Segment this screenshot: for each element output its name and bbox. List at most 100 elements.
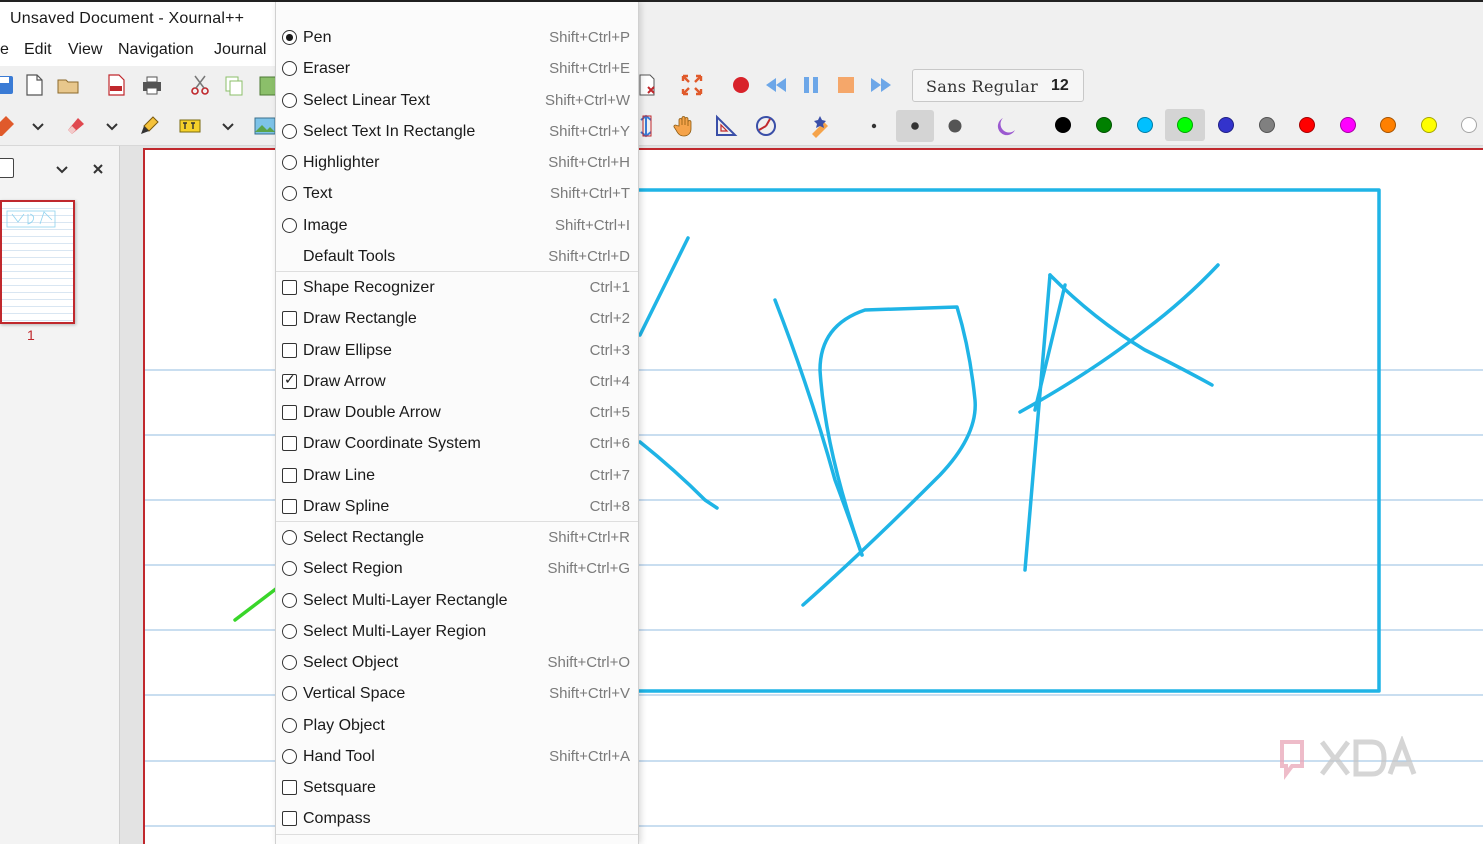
fullscreen-icon[interactable] xyxy=(678,71,706,99)
highlighter-tool-icon[interactable] xyxy=(136,112,164,140)
radio-button[interactable] xyxy=(282,186,297,202)
menu-item-hand-tool[interactable]: Hand Tool Shift+Ctrl+A xyxy=(276,741,638,772)
menu-item-select-rectangle[interactable]: Select Rectangle Shift+Ctrl+R xyxy=(276,522,638,553)
menu-item-setsquare[interactable]: Setsquare xyxy=(276,772,638,803)
radio-button[interactable] xyxy=(282,217,297,233)
menu-item-draw-line[interactable]: Draw Line Ctrl+7 xyxy=(276,460,638,491)
menu-item-play-object[interactable]: Play Object xyxy=(276,710,638,741)
color-red-swatch[interactable] xyxy=(1299,117,1315,133)
radio-button[interactable] xyxy=(282,561,297,577)
menu-item-draw-double-arrow[interactable]: Draw Double Arrow Ctrl+5 xyxy=(276,397,638,428)
menu-item-select-multi-layer-region[interactable]: Select Multi-Layer Region xyxy=(276,616,638,647)
color-green-swatch[interactable] xyxy=(1096,117,1112,133)
checkbox[interactable] xyxy=(282,280,297,295)
page-thumbnail[interactable] xyxy=(0,200,75,324)
menu-item-compass[interactable]: Compass xyxy=(276,803,638,834)
radio-button[interactable] xyxy=(282,717,297,733)
checkbox[interactable] xyxy=(282,436,297,452)
checkbox[interactable] xyxy=(282,467,297,483)
pen-tool-icon[interactable] xyxy=(0,112,18,140)
radio-button[interactable] xyxy=(282,686,297,702)
menu-item-select-object[interactable]: Select Object Shift+Ctrl+O xyxy=(276,647,638,678)
print-icon[interactable] xyxy=(138,71,166,99)
copy-icon[interactable] xyxy=(220,71,248,99)
close-icon[interactable] xyxy=(84,155,112,183)
fast-forward-icon[interactable] xyxy=(867,71,895,99)
radio-button[interactable] xyxy=(282,655,297,670)
radio-button[interactable] xyxy=(282,61,297,77)
menu-item-image[interactable]: Image Shift+Ctrl+I xyxy=(276,210,638,241)
stop-icon[interactable] xyxy=(832,71,860,99)
color-blue-swatch[interactable] xyxy=(1218,117,1234,133)
menu-view[interactable]: View xyxy=(68,41,102,59)
checkbox[interactable] xyxy=(282,780,297,795)
menu-edit[interactable]: Edit xyxy=(24,41,52,59)
menu-item-highlighter[interactable]: Highlighter Shift+Ctrl+H xyxy=(276,147,638,178)
checkbox[interactable] xyxy=(282,311,297,327)
color-white-swatch[interactable] xyxy=(1461,117,1477,133)
chevron-down-icon[interactable] xyxy=(24,112,52,140)
text-tool-icon[interactable] xyxy=(176,112,204,140)
menu-item-draw-spline[interactable]: Draw Spline Ctrl+8 xyxy=(276,491,638,522)
new-document-icon[interactable] xyxy=(20,71,48,99)
menu-item-default-tools[interactable]: Default Tools Shift+Ctrl+D xyxy=(276,241,638,272)
chevron-down-icon[interactable] xyxy=(214,112,242,140)
menu-item-draw-rectangle[interactable]: Draw Rectangle Ctrl+2 xyxy=(276,303,638,334)
compass-icon[interactable] xyxy=(752,112,780,140)
menu-item-text[interactable]: Text Shift+Ctrl+T xyxy=(276,178,638,209)
radio-button[interactable] xyxy=(282,30,297,45)
chevron-down-icon[interactable] xyxy=(98,112,126,140)
radio-button[interactable] xyxy=(282,623,297,639)
checkbox[interactable] xyxy=(282,811,297,827)
menu-item-select-text-in-rectangle[interactable]: Select Text In Rectangle Shift+Ctrl+Y xyxy=(276,116,638,147)
color-light-green-swatch[interactable] xyxy=(1177,117,1193,133)
radio-button[interactable] xyxy=(282,92,297,108)
radio-button[interactable] xyxy=(282,155,297,170)
menu-item-pen[interactable]: Pen Shift+Ctrl+P xyxy=(276,22,638,53)
color-orange-swatch[interactable] xyxy=(1380,117,1396,133)
radio-button[interactable] xyxy=(282,748,297,764)
pause-icon[interactable] xyxy=(797,71,825,99)
menu-file[interactable]: e xyxy=(0,41,9,59)
radio-button[interactable] xyxy=(282,530,297,545)
thick-pen-size-icon[interactable] xyxy=(941,112,969,140)
menu-item-draw-coordinate-system[interactable]: Draw Coordinate System Ctrl+6 xyxy=(276,428,638,459)
menu-item-select-linear-text[interactable]: Select Linear Text Shift+Ctrl+W xyxy=(276,85,638,116)
rewind-icon[interactable] xyxy=(762,71,790,99)
color-yellow-swatch[interactable] xyxy=(1421,117,1437,133)
checkbox[interactable] xyxy=(282,498,297,514)
setsquare-icon[interactable] xyxy=(712,112,740,140)
hand-tool-icon[interactable] xyxy=(671,112,699,140)
menu-item-vertical-space[interactable]: Vertical Space Shift+Ctrl+V xyxy=(276,678,638,709)
record-icon[interactable] xyxy=(727,71,755,99)
menu-item-eraser[interactable]: Eraser Shift+Ctrl+E xyxy=(276,53,638,84)
color-black-swatch[interactable] xyxy=(1055,117,1071,133)
color-light-blue-swatch[interactable] xyxy=(1137,117,1153,133)
medium-pen-size-icon[interactable] xyxy=(896,110,934,142)
cut-icon[interactable] xyxy=(186,71,214,99)
default-tools-icon[interactable] xyxy=(806,112,834,140)
page-icon[interactable] xyxy=(0,158,14,178)
checkbox[interactable] xyxy=(282,371,297,389)
menu-item-draw-ellipse[interactable]: Draw Ellipse Ctrl+3 xyxy=(276,335,638,366)
fill-toggle-icon[interactable] xyxy=(995,112,1023,140)
open-folder-icon[interactable] xyxy=(54,71,82,99)
chevron-down-icon[interactable] xyxy=(48,155,76,183)
menu-item-select-multi-layer-rectangle[interactable]: Select Multi-Layer Rectangle xyxy=(276,585,638,616)
menu-item-shape-recognizer[interactable]: Shape Recognizer Ctrl+1 xyxy=(276,272,638,303)
color-gray-swatch[interactable] xyxy=(1259,117,1275,133)
checkbox[interactable] xyxy=(282,342,297,358)
checkbox[interactable] xyxy=(282,405,297,420)
save-icon[interactable] xyxy=(0,71,18,99)
color-magenta-swatch[interactable] xyxy=(1340,117,1356,133)
thin-pen-size-icon[interactable] xyxy=(860,112,888,140)
radio-button[interactable] xyxy=(282,123,297,139)
radio-button[interactable] xyxy=(282,592,297,608)
font-selector[interactable]: Sans Regular 12 xyxy=(912,69,1084,102)
eraser-tool-icon[interactable] xyxy=(62,112,90,140)
menu-navigation[interactable]: Navigation xyxy=(118,41,194,59)
export-pdf-icon[interactable] xyxy=(102,71,130,99)
menu-item-draw-arrow[interactable]: Draw Arrow Ctrl+4 xyxy=(276,366,638,397)
menu-journal[interactable]: Journal xyxy=(214,41,266,59)
menu-item-select-region[interactable]: Select Region Shift+Ctrl+G xyxy=(276,553,638,584)
